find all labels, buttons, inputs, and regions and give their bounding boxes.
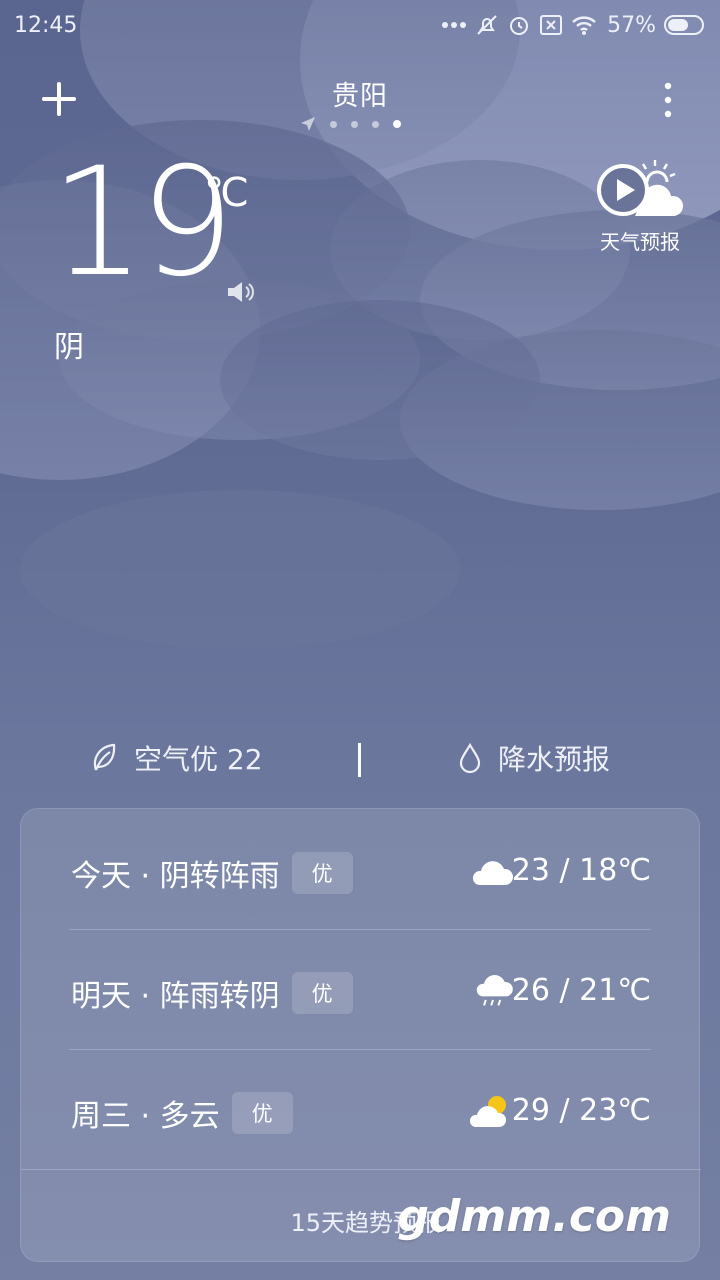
info-row: 空气优 22 降水预报 xyxy=(0,738,720,788)
wifi-icon xyxy=(572,16,596,35)
rain-label: 降水预报 xyxy=(498,743,611,776)
forecast-row-wednesday[interactable]: 周三 · 多云 优 29 / 23℃ xyxy=(21,1049,701,1169)
temperature-range: 29 / 23℃ xyxy=(511,1093,651,1128)
battery-icon xyxy=(664,15,704,35)
temperature-range: 23 / 18℃ xyxy=(511,853,651,888)
location-arrow-icon xyxy=(301,117,315,131)
forecast-desc-text: 今天 · 阴转阵雨 xyxy=(71,859,280,894)
aqi-badge: 优 xyxy=(291,852,353,894)
weather-video-button[interactable]: 天气预报 xyxy=(590,158,690,254)
current-temperature: 19 xyxy=(50,136,235,310)
forecast-desc-text: 明天 · 阵雨转阴 xyxy=(71,979,280,1014)
partly-cloudy-icon xyxy=(469,1096,506,1127)
card-divider xyxy=(21,1169,701,1170)
status-bar: 12:45 57% xyxy=(0,0,720,50)
forecast-desc: 明天 · 阵雨转阴 优 xyxy=(71,971,353,1015)
city-name[interactable]: 贵阳 xyxy=(0,74,720,113)
forecast-desc: 周三 · 多云 优 xyxy=(71,1091,293,1135)
weather-video-icon xyxy=(597,160,683,216)
status-time: 12:45 xyxy=(14,12,78,38)
aqi-badge: 优 xyxy=(291,972,353,1014)
forecast-desc-text: 周三 · 多云 xyxy=(71,1099,220,1134)
rain-forecast-button[interactable]: 降水预报 xyxy=(458,738,610,778)
temperature-range: 26 / 21℃ xyxy=(511,973,651,1008)
sim-off-icon xyxy=(540,15,563,35)
forecast-row-tomorrow[interactable]: 明天 · 阵雨转阴 优 26 / 21℃ xyxy=(21,929,701,1049)
forecast-card: 今天 · 阴转阵雨 优 23 / 18℃ 明天 · 阵雨转阴 优 26 / 21… xyxy=(20,808,701,1262)
forecast-row-today[interactable]: 今天 · 阴转阵雨 优 23 / 18℃ xyxy=(21,809,701,929)
leaf-icon xyxy=(93,743,116,771)
more-menu-icon[interactable] xyxy=(656,80,680,120)
alarm-icon xyxy=(510,17,529,35)
weather-video-label: 天气预报 xyxy=(600,230,680,254)
forecast-desc: 今天 · 阴转阵雨 优 xyxy=(71,851,353,895)
mute-bell-icon xyxy=(477,15,497,35)
page-indicator xyxy=(300,116,401,132)
more-icon xyxy=(442,22,467,28)
rain-cloud-icon xyxy=(476,975,513,1006)
raindrop-icon xyxy=(459,742,481,774)
page-dot xyxy=(330,120,337,128)
current-condition: 阴 xyxy=(54,330,84,365)
aqi-badge: 优 xyxy=(231,1092,293,1134)
temperature-unit: ℃ xyxy=(204,170,249,216)
info-divider xyxy=(358,743,361,777)
header: 贵阳 xyxy=(0,60,720,140)
aqi-label: 空气优 22 xyxy=(134,743,263,776)
watermark: gdmm.com xyxy=(397,1191,671,1242)
aqi-button[interactable]: 空气优 22 xyxy=(90,738,263,778)
speaker-icon[interactable] xyxy=(226,280,256,304)
cloud-icon xyxy=(472,861,513,885)
page-dot xyxy=(372,120,379,128)
status-icons: 57% xyxy=(441,13,706,38)
page-dot-active xyxy=(393,120,401,128)
page-dot xyxy=(351,120,358,128)
battery-percent: 57% xyxy=(607,12,656,38)
